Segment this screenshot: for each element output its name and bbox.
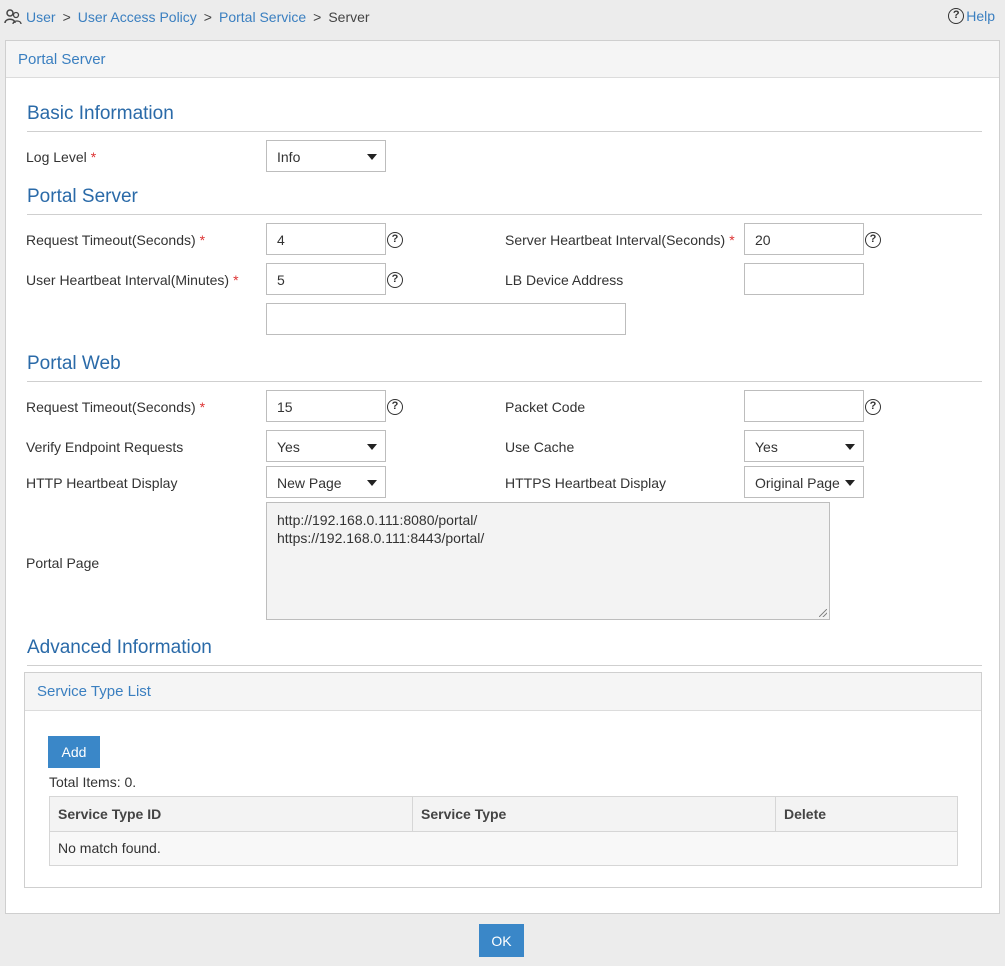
breadcrumb-portal-service[interactable]: Portal Service — [219, 9, 306, 25]
breadcrumb-separator: > — [203, 9, 212, 25]
packet-code-input[interactable] — [744, 390, 864, 422]
log-level-label: Log Level * — [26, 149, 96, 165]
empty-message: No match found. — [50, 832, 957, 865]
http-heartbeat-select[interactable]: New Page — [266, 466, 386, 498]
request-timeout-input[interactable]: 4 — [266, 223, 386, 255]
breadcrumb-current: Server — [328, 9, 370, 25]
panel-title: Portal Server — [6, 41, 999, 78]
dropdown-arrow-icon — [367, 480, 377, 486]
help-link[interactable]: ? Help — [948, 8, 995, 24]
use-cache-label: Use Cache — [505, 439, 575, 455]
column-header-delete: Delete — [784, 806, 827, 822]
server-heartbeat-input[interactable]: 20 — [744, 223, 864, 255]
log-level-label-text: Log Level — [26, 149, 87, 165]
portal-server-panel: Portal Server Basic Information Log Leve… — [5, 40, 1000, 914]
lb-device-extra-input[interactable] — [266, 303, 626, 335]
ok-button[interactable]: OK — [479, 924, 524, 957]
log-level-value: Info — [277, 149, 301, 165]
dropdown-arrow-icon — [845, 444, 855, 450]
section-basic-information: Basic Information — [27, 103, 982, 132]
request-timeout-label: Request Timeout(Seconds) * — [26, 232, 205, 248]
http-heartbeat-label: HTTP Heartbeat Display — [26, 475, 178, 491]
required-mark: * — [729, 232, 735, 248]
server-heartbeat-label: Server Heartbeat Interval(Seconds) * — [505, 232, 735, 248]
resize-grip-icon[interactable] — [819, 609, 827, 617]
portal-page-line: https://192.168.0.111:8443/portal/ — [277, 530, 485, 546]
verify-endpoint-select[interactable]: Yes — [266, 430, 386, 462]
verify-endpoint-label: Verify Endpoint Requests — [26, 439, 184, 455]
add-button[interactable]: Add — [48, 736, 100, 768]
service-type-table: Service Type ID Service Type Delete No m… — [49, 796, 958, 866]
section-portal-web: Portal Web — [27, 353, 982, 382]
packet-code-label: Packet Code — [505, 399, 586, 415]
breadcrumb: User > User Access Policy > Portal Servi… — [4, 8, 370, 26]
portal-page-textarea[interactable]: http://192.168.0.111:8080/portal/ https:… — [266, 502, 830, 620]
help-icon[interactable]: ? — [387, 272, 403, 288]
section-portal-server: Portal Server — [27, 186, 982, 215]
column-header-service-type[interactable]: Service Type — [413, 797, 776, 831]
breadcrumb-user-access-policy[interactable]: User Access Policy — [78, 9, 197, 25]
https-heartbeat-select[interactable]: Original Page — [744, 466, 864, 498]
breadcrumb-separator: > — [313, 9, 322, 25]
lb-device-input[interactable] — [744, 263, 864, 295]
http-heartbeat-value: New Page — [277, 475, 342, 491]
portal-page-line: http://192.168.0.111:8080/portal/ — [277, 512, 478, 528]
user-heartbeat-label-text: User Heartbeat Interval(Minutes) — [26, 272, 230, 288]
log-level-select[interactable]: Info — [266, 140, 386, 172]
service-type-list-title: Service Type List — [25, 673, 981, 711]
dropdown-arrow-icon — [845, 480, 855, 486]
top-bar: User > User Access Policy > Portal Servi… — [0, 0, 1005, 36]
user-group-icon — [4, 8, 22, 26]
https-heartbeat-label: HTTPS Heartbeat Display — [505, 475, 667, 491]
service-type-list-panel: Service Type List Add Total Items: 0. Se… — [24, 672, 982, 888]
web-request-timeout-label-text: Request Timeout(Seconds) — [26, 399, 196, 415]
total-items: Total Items: 0. — [49, 774, 137, 790]
breadcrumb-user[interactable]: User — [26, 9, 56, 25]
help-icon[interactable]: ? — [387, 399, 403, 415]
lb-device-label: LB Device Address — [505, 272, 624, 288]
verify-endpoint-value: Yes — [277, 439, 300, 455]
column-header-service-type-id[interactable]: Service Type ID — [50, 797, 413, 831]
use-cache-select[interactable]: Yes — [744, 430, 864, 462]
user-heartbeat-input[interactable]: 5 — [266, 263, 386, 295]
required-mark: * — [233, 272, 239, 288]
required-mark: * — [90, 149, 97, 165]
request-timeout-label-text: Request Timeout(Seconds) — [26, 232, 196, 248]
help-icon[interactable]: ? — [387, 232, 403, 248]
use-cache-value: Yes — [755, 439, 778, 455]
section-advanced-information: Advanced Information — [27, 637, 982, 666]
table-header: Service Type ID Service Type Delete — [50, 797, 957, 832]
help-label: Help — [966, 8, 995, 24]
portal-page-label: Portal Page — [26, 555, 100, 571]
help-icon[interactable]: ? — [865, 232, 881, 248]
required-mark: * — [199, 399, 206, 415]
https-heartbeat-value: Original Page — [755, 475, 840, 491]
breadcrumb-separator: > — [62, 9, 71, 25]
web-request-timeout-label: Request Timeout(Seconds) * — [26, 399, 205, 415]
required-mark: * — [199, 232, 206, 248]
server-heartbeat-label-text: Server Heartbeat Interval(Seconds) — [505, 232, 726, 248]
user-heartbeat-label: User Heartbeat Interval(Minutes) * — [26, 272, 239, 288]
web-request-timeout-input[interactable]: 15 — [266, 390, 386, 422]
help-icon[interactable]: ? — [865, 399, 881, 415]
dropdown-arrow-icon — [367, 154, 377, 160]
dropdown-arrow-icon — [367, 444, 377, 450]
help-icon: ? — [948, 8, 965, 24]
